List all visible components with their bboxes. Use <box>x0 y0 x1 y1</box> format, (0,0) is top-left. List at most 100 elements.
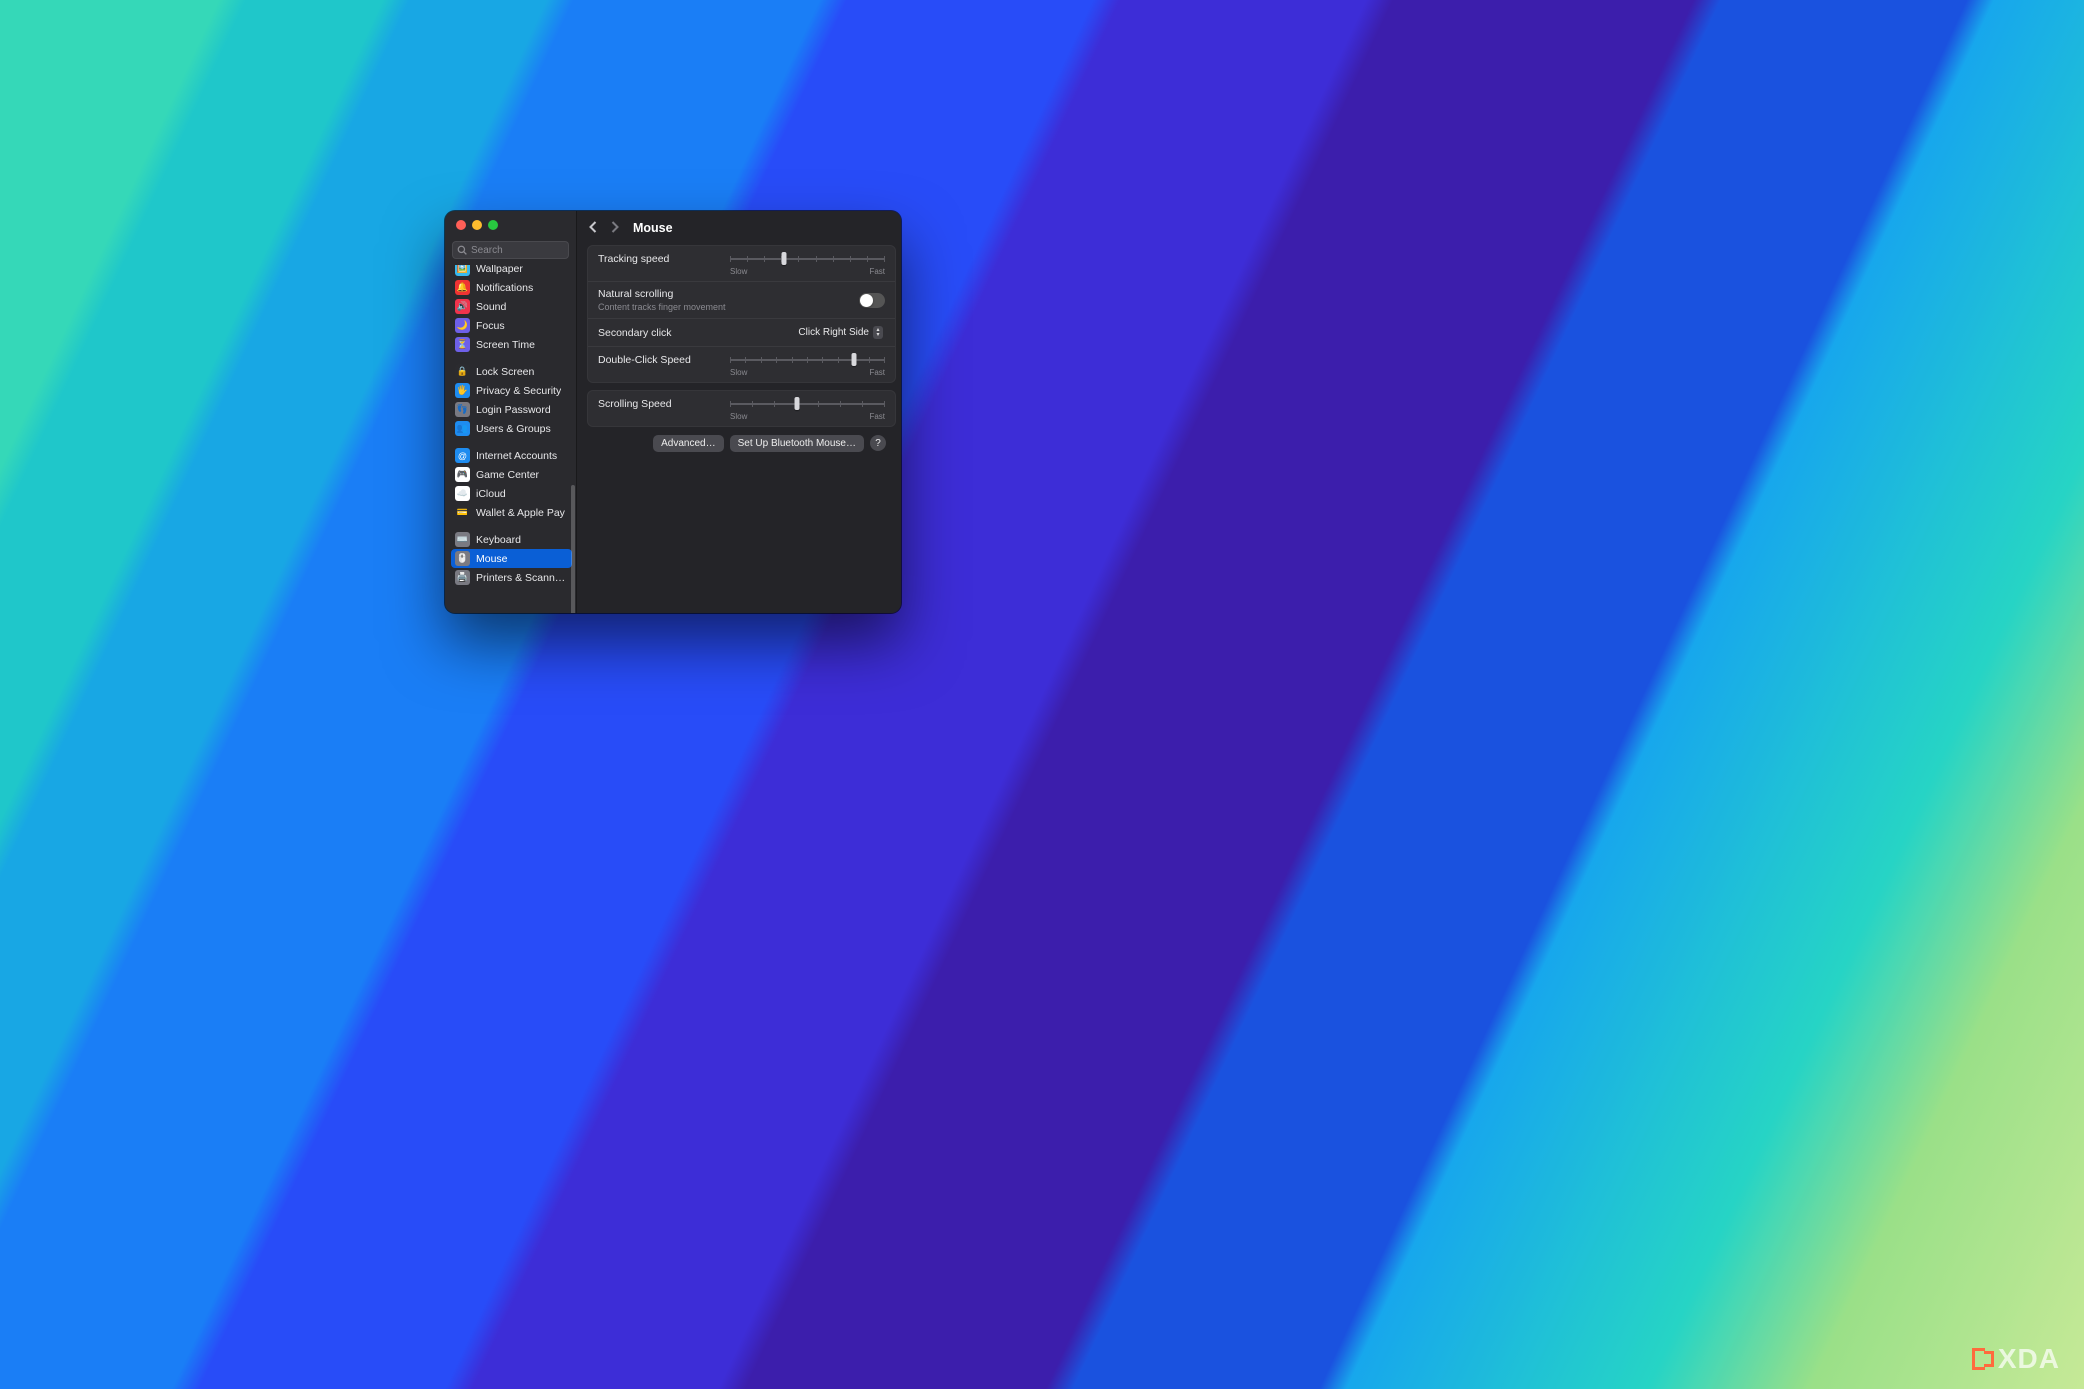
scrolling-speed-label: Scrolling Speed <box>598 398 718 410</box>
sidebar-item-internet-accounts[interactable]: @ Internet Accounts <box>451 446 572 465</box>
search-icon <box>457 245 467 255</box>
watermark-text: XDA <box>1998 1343 2060 1375</box>
sidebar-item-privacy-security[interactable]: 🖐️ Privacy & Security <box>451 381 572 400</box>
secondary-click-label: Secondary click <box>598 327 784 339</box>
sidebar-item-keyboard[interactable]: ⌨️ Keyboard <box>451 530 572 549</box>
search-input[interactable]: Search <box>452 241 569 259</box>
chevron-right-icon <box>610 221 619 233</box>
main-pane: Mouse Tracking speed Slow Fast <box>577 211 901 613</box>
double-click-speed-label: Double-Click Speed <box>598 354 718 366</box>
focus-icon: 🌙 <box>455 318 470 333</box>
sidebar-item-label: Keyboard <box>476 534 521 546</box>
privacy-security-icon: 🖐️ <box>455 383 470 398</box>
double-click-speed-slider[interactable] <box>730 355 885 365</box>
sidebar-item-label: Wallet & Apple Pay <box>476 507 565 519</box>
sidebar-item-label: Notifications <box>476 282 533 294</box>
sidebar-item-sound[interactable]: 🔊 Sound <box>451 297 572 316</box>
row-tracking-speed: Tracking speed Slow Fast <box>588 246 895 281</box>
sidebar-item-notifications[interactable]: 🔔 Notifications <box>451 278 572 297</box>
icloud-icon: ☁️ <box>455 486 470 501</box>
footer-buttons: Advanced… Set Up Bluetooth Mouse… ? <box>587 427 896 460</box>
sidebar-item-label: Sound <box>476 301 506 313</box>
tracking-speed-thumb[interactable] <box>782 252 787 265</box>
wallpaper-icon: 🖼️ <box>455 265 470 276</box>
row-secondary-click: Secondary click Click Right Side ▴▾ <box>588 318 895 346</box>
double-click-speed-thumb[interactable] <box>852 353 857 366</box>
system-settings-window: Search 🖼️Wallpaper 🔔 Notifications 🔊 Sound 🌙 F… <box>445 211 901 613</box>
sidebar-item-wallpaper[interactable]: 🖼️Wallpaper <box>451 265 572 278</box>
xda-logo-icon <box>1972 1348 1994 1370</box>
tracking-speed-slider[interactable] <box>730 254 885 264</box>
sidebar-item-label: Mouse <box>476 553 508 565</box>
game-center-icon: 🎮 <box>455 467 470 482</box>
sidebar-item-login-password[interactable]: 👣 Login Password <box>451 400 572 419</box>
mouse-icon: 🖱️ <box>455 551 470 566</box>
setup-bluetooth-mouse-button[interactable]: Set Up Bluetooth Mouse… <box>730 435 864 452</box>
login-password-icon: 👣 <box>455 402 470 417</box>
sidebar-item-icloud[interactable]: ☁️ iCloud <box>451 484 572 503</box>
sidebar-item-wallet-apple-pay[interactable]: 💳 Wallet & Apple Pay <box>451 503 572 522</box>
panel-scrolling-speed: Scrolling Speed Slow Fast <box>587 390 896 427</box>
screen-time-icon: ⏳ <box>455 337 470 352</box>
main-header: Mouse <box>577 211 901 245</box>
desktop-wallpaper <box>0 0 2084 1389</box>
secondary-click-value: Click Right Side <box>798 327 869 338</box>
help-button[interactable]: ? <box>870 435 886 451</box>
scrolling-speed-thumb[interactable] <box>794 397 799 410</box>
row-double-click-speed: Double-Click Speed Slow Fast <box>588 346 895 382</box>
tracking-speed-label: Tracking speed <box>598 253 718 265</box>
minimize-button[interactable] <box>472 220 482 230</box>
internet-accounts-icon: @ <box>455 448 470 463</box>
sidebar-item-label: Lock Screen <box>476 366 534 378</box>
sidebar-item-lock-screen[interactable]: 🔒 Lock Screen <box>451 362 572 381</box>
sidebar-item-mouse[interactable]: 🖱️ Mouse <box>451 549 572 568</box>
secondary-click-popup[interactable]: Click Right Side ▴▾ <box>796 325 885 340</box>
page-title: Mouse <box>633 221 673 235</box>
sidebar: Search 🖼️Wallpaper 🔔 Notifications 🔊 Sound 🌙 F… <box>445 211 577 613</box>
sidebar-item-screen-time[interactable]: ⏳ Screen Time <box>451 335 572 354</box>
double-click-speed-max: Fast <box>869 368 885 377</box>
chevron-left-icon <box>589 221 598 233</box>
scrolling-speed-slider[interactable] <box>730 399 885 409</box>
sidebar-item-printers-scanners[interactable]: 🖨️ Printers & Scanners <box>451 568 572 587</box>
popup-arrows-icon: ▴▾ <box>873 326 883 339</box>
double-click-speed-min: Slow <box>730 368 747 377</box>
sidebar-item-users-groups[interactable]: 👥 Users & Groups <box>451 419 572 438</box>
advanced-button[interactable]: Advanced… <box>653 435 723 452</box>
printers-scanners-icon: 🖨️ <box>455 570 470 585</box>
sidebar-item-label: Game Center <box>476 469 539 481</box>
lock-screen-icon: 🔒 <box>455 364 470 379</box>
sidebar-item-label: Privacy & Security <box>476 385 561 397</box>
natural-scrolling-toggle[interactable] <box>859 293 885 308</box>
window-controls <box>445 211 576 237</box>
sidebar-item-focus[interactable]: 🌙 Focus <box>451 316 572 335</box>
wallet-apple-pay-icon: 💳 <box>455 505 470 520</box>
zoom-button[interactable] <box>488 220 498 230</box>
scrolling-speed-max: Fast <box>869 412 885 421</box>
sidebar-item-game-center[interactable]: 🎮 Game Center <box>451 465 572 484</box>
natural-scrolling-label: Natural scrolling <box>598 288 847 300</box>
panel-tracking-natural-secondary: Tracking speed Slow Fast <box>587 245 896 383</box>
search-placeholder: Search <box>471 245 503 256</box>
sidebar-item-label: Internet Accounts <box>476 450 557 462</box>
keyboard-icon: ⌨️ <box>455 532 470 547</box>
notifications-icon: 🔔 <box>455 280 470 295</box>
sidebar-item-label: Focus <box>476 320 505 332</box>
sidebar-item-label: Users & Groups <box>476 423 551 435</box>
back-button[interactable] <box>587 220 600 236</box>
users-groups-icon: 👥 <box>455 421 470 436</box>
row-natural-scrolling: Natural scrolling Content tracks finger … <box>588 281 895 318</box>
sidebar-item-label: Printers & Scanners <box>476 572 568 584</box>
tracking-speed-min: Slow <box>730 267 747 276</box>
forward-button[interactable] <box>608 220 621 236</box>
close-button[interactable] <box>456 220 466 230</box>
sidebar-item-label: Login Password <box>476 404 551 416</box>
sidebar-scrollbar[interactable] <box>571 485 575 613</box>
toggle-knob <box>860 294 873 307</box>
sound-icon: 🔊 <box>455 299 470 314</box>
scrolling-speed-min: Slow <box>730 412 747 421</box>
sidebar-item-label: Screen Time <box>476 339 535 351</box>
sidebar-list: 🖼️Wallpaper 🔔 Notifications 🔊 Sound 🌙 Focus ⏳ Sc… <box>445 265 576 613</box>
sidebar-item-label: iCloud <box>476 488 506 500</box>
watermark: XDA <box>1972 1343 2060 1375</box>
